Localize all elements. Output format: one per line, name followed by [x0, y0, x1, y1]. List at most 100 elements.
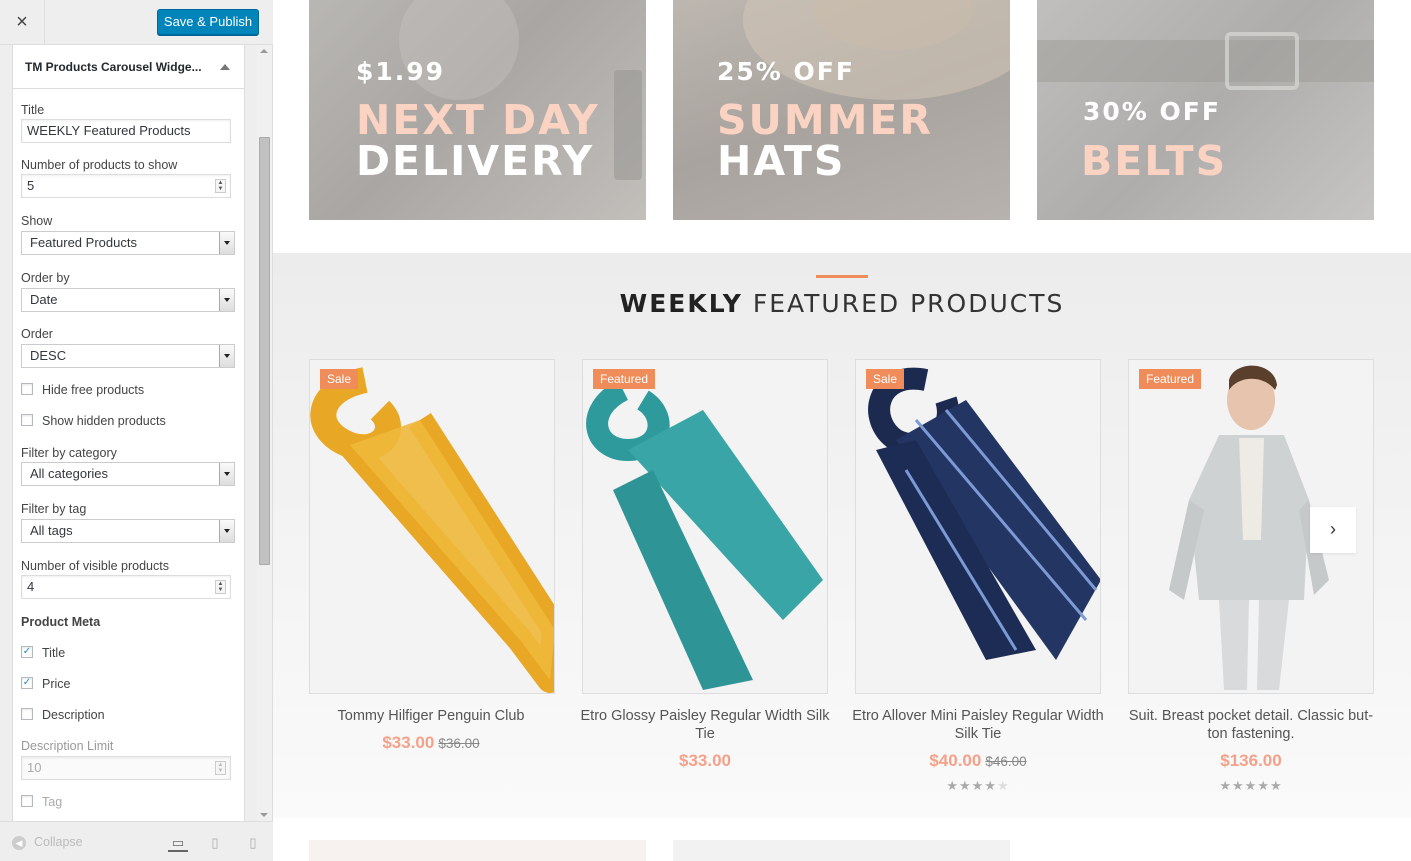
star-icon: ★	[1244, 778, 1258, 793]
customizer-sidebar: × Save & Publish TM Products Carousel Wi…	[0, 0, 273, 861]
stepper-icon[interactable]: ▲ ▼	[215, 580, 226, 594]
description-limit-value: 10	[27, 760, 42, 775]
stepper-icon[interactable]: ▲ ▼	[215, 179, 226, 193]
banner-line2: DELIVERY	[356, 137, 595, 185]
site-preview: $1.99 NEXT DAY DELIVERY 25% OFF SUMMER H…	[273, 0, 1411, 861]
filter-category-select[interactable]: All categories	[21, 462, 235, 486]
meta-title-label: Title	[42, 646, 66, 660]
chevron-down-icon	[219, 232, 234, 254]
product-name[interactable]: Etro Glossy Paisley Regular Width Silk T…	[575, 707, 835, 743]
star-icon: ★	[1232, 778, 1245, 793]
next-section-banner	[673, 840, 1010, 861]
banner-hats[interactable]: 25% OFF SUMMER HATS	[673, 0, 1010, 220]
widget-panel: TM Products Carousel Widge... Title WEEK…	[12, 45, 245, 821]
section-accent-line	[816, 275, 868, 278]
widget-title-bar[interactable]: TM Products Carousel Widge...	[13, 45, 244, 89]
featured-badge: Featured	[1139, 369, 1202, 389]
rating-stars: ★★★★★	[1121, 778, 1381, 794]
checkbox-box[interactable]	[21, 383, 33, 395]
order-select-value: DESC	[30, 348, 67, 363]
filter-tag-select[interactable]: All tags	[21, 519, 235, 543]
hide-free-label: Hide free products	[42, 383, 145, 397]
chevron-down-icon	[219, 289, 234, 311]
tablet-preview-icon[interactable]: ▯	[205, 834, 225, 852]
current-price: $33.00	[382, 733, 435, 752]
filter-tag-label: Filter by tag	[21, 502, 87, 516]
section-title-rest: FEATURED PRODUCTS	[752, 289, 1065, 318]
star-icon: ★	[946, 778, 960, 793]
show-select-value: Featured Products	[30, 235, 137, 250]
star-icon: ★	[971, 778, 985, 793]
product-price: $33.00	[575, 751, 835, 771]
current-price: $40.00	[929, 751, 982, 770]
save-publish-button[interactable]: Save & Publish	[157, 9, 259, 35]
title-input[interactable]: WEEKLY Featured Products	[21, 119, 231, 143]
product-image	[310, 367, 554, 693]
visible-products-value: 4	[27, 579, 35, 594]
filter-tag-value: All tags	[30, 523, 73, 538]
mobile-preview-icon[interactable]: ▯	[243, 834, 263, 852]
meta-tag-label: Tag	[42, 795, 63, 809]
banner-belts[interactable]: 30% OFF BELTS	[1037, 0, 1374, 220]
checkbox-box[interactable]	[21, 708, 33, 720]
collapse-button[interactable]: ◀ Collapse	[12, 834, 83, 850]
scroll-down-icon[interactable]	[260, 813, 268, 817]
product-card[interactable]: Featured	[582, 359, 828, 694]
carousel-next-button[interactable]: ›	[1310, 507, 1356, 553]
visible-products-label: Number of visible products	[21, 559, 169, 573]
product-price: $33.00 $36.00	[301, 733, 561, 753]
desktop-preview-icon[interactable]: ▭	[168, 834, 188, 852]
close-icon[interactable]: ×	[0, 0, 45, 45]
scroll-thumb[interactable]	[259, 137, 270, 565]
filter-category-value: All categories	[30, 466, 109, 481]
banner-line2: HATS	[717, 137, 846, 185]
product-price: $40.00 $46.00	[848, 751, 1108, 771]
product-image	[868, 367, 1100, 660]
product-name[interactable]: Etro Allover Mini Paisley Regular Width …	[848, 707, 1108, 743]
product-card[interactable]: Sale	[855, 359, 1101, 694]
checkbox-box[interactable]	[21, 795, 33, 807]
banner-delivery[interactable]: $1.99 NEXT DAY DELIVERY	[309, 0, 646, 220]
product-name[interactable]: Tommy Hilfiger Penguin Club	[301, 707, 561, 725]
title-label: Title	[21, 103, 45, 117]
checkbox-box[interactable]: ✓	[21, 646, 33, 658]
orderby-label: Order by	[21, 271, 70, 285]
description-limit-input: 10 ▲ ▼	[21, 756, 231, 780]
star-icon: ★	[1219, 778, 1233, 793]
product-image	[586, 380, 823, 690]
show-hidden-label: Show hidden products	[42, 414, 166, 428]
show-label: Show	[21, 214, 53, 228]
scroll-up-icon[interactable]	[260, 49, 268, 53]
description-limit-label: Description Limit	[21, 739, 114, 753]
checkbox-box[interactable]	[21, 414, 33, 426]
orderby-select-value: Date	[30, 292, 58, 307]
order-label: Order	[21, 327, 53, 341]
current-price: $33.00	[679, 751, 731, 770]
meta-price-label: Price	[42, 677, 71, 691]
sale-badge: Sale	[866, 369, 905, 389]
chevron-down-icon	[219, 520, 234, 542]
show-select[interactable]: Featured Products	[21, 231, 235, 255]
chevron-down-icon	[219, 345, 234, 367]
sidebar-scrollbar[interactable]	[257, 45, 272, 821]
num-products-label: Number of products to show	[21, 158, 178, 172]
next-section-banner	[309, 840, 646, 861]
orderby-select[interactable]: Date	[21, 288, 235, 312]
section-title: WEEKLY FEATURED PRODUCTS	[273, 289, 1411, 318]
visible-products-input[interactable]: 4 ▲ ▼	[21, 575, 231, 599]
product-card[interactable]: Sale	[309, 359, 555, 694]
product-name[interactable]: Suit. Breast pocket detail. Classic but-…	[1121, 707, 1381, 743]
num-products-value: 5	[27, 178, 35, 193]
sale-badge: Sale	[320, 369, 359, 389]
collapse-arrow-icon[interactable]	[220, 64, 230, 70]
collapse-label: Collapse	[34, 835, 83, 849]
num-products-input[interactable]: 5 ▲ ▼	[21, 174, 231, 198]
order-select[interactable]: DESC	[21, 344, 235, 368]
meta-description-label: Description	[42, 708, 105, 722]
checkbox-box[interactable]: ✓	[21, 677, 33, 689]
banner-tag: 30% OFF	[1083, 97, 1221, 126]
banner-tag: $1.99	[356, 57, 446, 86]
star-icon: ★	[1269, 778, 1283, 793]
chevron-right-icon: ›	[1330, 519, 1336, 539]
section-title-bold: WEEKLY	[619, 289, 743, 318]
